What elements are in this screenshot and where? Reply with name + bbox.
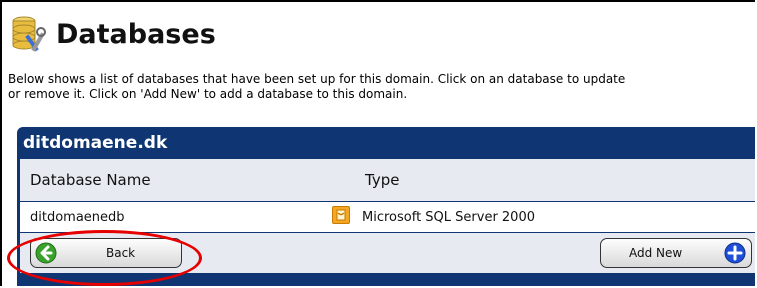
button-row: Back Add New [20, 233, 755, 273]
domain-name: ditdomaene.dk [23, 133, 168, 153]
database-type: Microsoft SQL Server 2000 [362, 210, 535, 225]
domain-panel: ditdomaene.dk Database Name Type ditdoma… [17, 127, 755, 286]
plus-icon [724, 242, 746, 264]
table-header: Database Name Type [20, 159, 755, 201]
page-frame: Databases Below shows a list of database… [0, 0, 755, 286]
table-row[interactable]: ditdomaenedb Microsoft SQL Server 2000 [20, 202, 755, 232]
database-tools-icon [8, 12, 52, 56]
add-new-button[interactable]: Add New [600, 238, 752, 268]
back-button-label: Back [106, 246, 136, 260]
arrow-left-icon [35, 242, 57, 264]
description-line-1: Below shows a list of databases that hav… [8, 72, 626, 86]
page-description: Below shows a list of databases that hav… [8, 72, 755, 102]
back-button[interactable]: Back [30, 238, 182, 268]
column-database-name: Database Name [30, 171, 151, 189]
database-name[interactable]: ditdomaenedb [30, 210, 125, 225]
description-line-2: or remove it. Click on 'Add New' to add … [8, 87, 408, 101]
add-new-button-label: Add New [629, 246, 683, 260]
column-type: Type [365, 171, 400, 189]
page-title: Databases [56, 18, 216, 50]
page-header: Databases [8, 12, 216, 56]
sql-server-icon [332, 206, 350, 224]
